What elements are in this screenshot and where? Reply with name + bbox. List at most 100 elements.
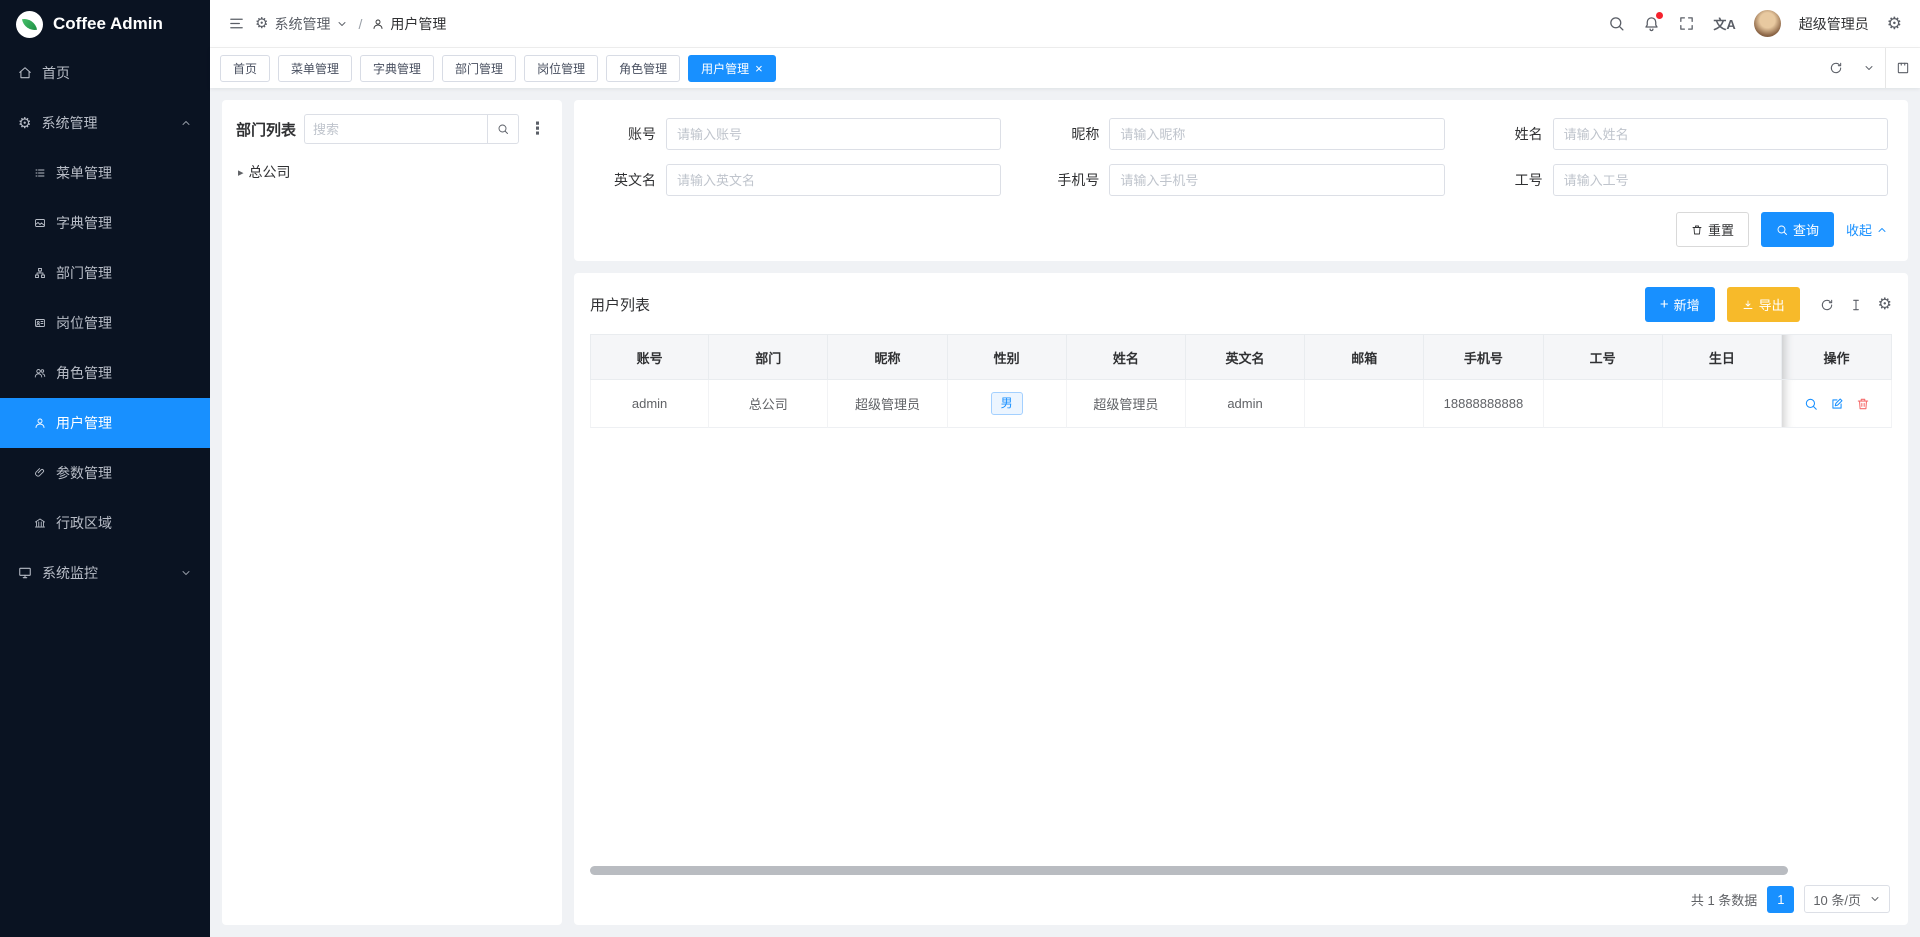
sidebar-item-role-mgmt[interactable]: 角色管理 [0, 348, 210, 398]
breadcrumb-parent[interactable]: ⚙ 系统管理 [255, 14, 348, 34]
user-list-card: 用户列表 + 新增 导出 [574, 273, 1908, 925]
user-icon [372, 18, 384, 30]
caret-right-icon[interactable]: ▸ [238, 166, 244, 179]
tab-menu-mgmt[interactable]: 菜单管理 [278, 55, 352, 82]
sidebar-item-user-mgmt[interactable]: 用户管理 [0, 398, 210, 448]
language-switch-button[interactable]: 文A [1713, 14, 1735, 33]
page-button-1[interactable]: 1 [1767, 886, 1794, 913]
sidebar-group-system-monitor[interactable]: 系统监控 [0, 548, 210, 598]
current-user-name[interactable]: 超级管理员 [1799, 14, 1869, 34]
breadcrumb-parent-label: 系统管理 [274, 14, 330, 34]
global-search-button[interactable] [1608, 15, 1625, 32]
phone-input[interactable] [1109, 164, 1444, 196]
reset-button[interactable]: 重置 [1676, 212, 1749, 247]
job-no-input[interactable] [1553, 164, 1888, 196]
search-icon [1776, 224, 1788, 236]
dictionary-icon [34, 217, 46, 229]
add-user-button[interactable]: + 新增 [1645, 287, 1715, 322]
gear-icon: ⚙ [1878, 297, 1892, 313]
horizontal-scrollbar-thumb[interactable] [590, 866, 1788, 875]
department-search [304, 114, 519, 144]
more-options-icon[interactable]: ⋮ [527, 119, 548, 139]
collapse-sidebar-button[interactable] [228, 15, 245, 32]
export-button[interactable]: 导出 [1727, 287, 1800, 322]
en-name-input[interactable] [666, 164, 1001, 196]
tab-label: 首页 [233, 60, 257, 77]
paperclip-icon [34, 467, 46, 479]
tab-options-button[interactable] [1853, 48, 1885, 88]
col-header-account: 账号 [590, 334, 709, 380]
app-logo[interactable]: Coffee Admin [0, 0, 210, 48]
tab-controls [1819, 48, 1920, 88]
cell-gender: 男 [948, 380, 1067, 428]
content-fullscreen-button[interactable] [1885, 48, 1920, 88]
chevron-down-icon [336, 18, 348, 30]
sidebar-item-region[interactable]: 行政区域 [0, 498, 210, 548]
user-table-wrap: 账号 部门 昵称 性别 姓名 英文名 邮箱 手机号 工号 生日 操作 [590, 334, 1892, 862]
department-search-button[interactable] [487, 114, 519, 144]
col-header-email: 邮箱 [1305, 334, 1424, 380]
sidebar-group-label: 系统监控 [42, 563, 98, 583]
field-account: 账号 [594, 118, 1001, 150]
translate-icon: 文A [1713, 14, 1735, 33]
row-height-button[interactable] [1849, 298, 1863, 312]
sidebar-item-menu-mgmt[interactable]: 菜单管理 [0, 148, 210, 198]
header-left: ⚙ 系统管理 / 用户管理 [228, 14, 446, 34]
account-input[interactable] [666, 118, 1001, 150]
sidebar-item-dept-mgmt[interactable]: 部门管理 [0, 248, 210, 298]
breadcrumb-current-label: 用户管理 [390, 14, 446, 34]
tab-dict-mgmt[interactable]: 字典管理 [360, 55, 434, 82]
monitor-icon [18, 566, 32, 580]
search-icon [497, 123, 509, 135]
collapse-filter-button[interactable]: 收起 [1846, 220, 1888, 239]
org-tree-icon [34, 267, 46, 279]
user-icon [34, 417, 46, 429]
view-row-button[interactable] [1804, 397, 1818, 411]
sidebar-item-param-mgmt[interactable]: 参数管理 [0, 448, 210, 498]
field-label: 账号 [594, 124, 666, 144]
tree-node-root[interactable]: ▸ 总公司 [236, 158, 548, 186]
pagination-footer: 共 1 条数据 1 10 条/页 [590, 881, 1892, 915]
search-button[interactable]: 查询 [1761, 212, 1834, 247]
page-size-select[interactable]: 10 条/页 [1804, 885, 1890, 913]
tab-user-mgmt[interactable]: 用户管理 × [688, 55, 776, 82]
nickname-input[interactable] [1109, 118, 1444, 150]
add-user-label: 新增 [1674, 295, 1700, 314]
refresh-table-button[interactable] [1820, 298, 1834, 312]
user-list-header: 用户列表 + 新增 导出 [590, 287, 1892, 322]
cell-email [1305, 380, 1424, 428]
cell-birthday [1663, 380, 1782, 428]
sidebar-item-post-mgmt[interactable]: 岗位管理 [0, 298, 210, 348]
tab-home[interactable]: 首页 [220, 55, 270, 82]
delete-row-button[interactable] [1856, 397, 1870, 411]
tab-label: 部门管理 [455, 60, 503, 77]
column-settings-button[interactable]: ⚙ [1878, 297, 1892, 313]
tab-role-mgmt[interactable]: 角色管理 [606, 55, 680, 82]
settings-button[interactable]: ⚙ [1887, 15, 1902, 32]
avatar[interactable] [1754, 10, 1781, 37]
gear-icon: ⚙ [18, 116, 31, 131]
row-height-icon [1849, 298, 1863, 312]
tab-post-mgmt[interactable]: 岗位管理 [524, 55, 598, 82]
tab-label: 用户管理 [701, 60, 749, 77]
cell-dept: 总公司 [709, 380, 828, 428]
department-search-input[interactable] [304, 114, 487, 144]
content-area: 部门列表 ⋮ ▸ 总公司 账号 [210, 88, 1920, 937]
cell-nickname: 超级管理员 [828, 380, 947, 428]
fullscreen-button[interactable] [1678, 15, 1695, 32]
tab-dept-mgmt[interactable]: 部门管理 [442, 55, 516, 82]
cell-name: 超级管理员 [1067, 380, 1186, 428]
edit-icon [1830, 397, 1844, 411]
notifications-button[interactable] [1643, 15, 1660, 32]
field-nickname: 昵称 [1037, 118, 1444, 150]
tree-node-label: 总公司 [249, 162, 291, 182]
sidebar-item-home[interactable]: 首页 [0, 48, 210, 98]
name-input[interactable] [1553, 118, 1888, 150]
refresh-tab-button[interactable] [1819, 48, 1853, 88]
sidebar-item-dict-mgmt[interactable]: 字典管理 [0, 198, 210, 248]
edit-row-button[interactable] [1830, 397, 1844, 411]
table-row: admin 总公司 超级管理员 男 超级管理员 admin 1888888888… [590, 380, 1892, 428]
sidebar-group-system-mgmt[interactable]: ⚙ 系统管理 [0, 98, 210, 148]
field-job-no: 工号 [1481, 164, 1888, 196]
close-icon[interactable]: × [755, 62, 763, 75]
